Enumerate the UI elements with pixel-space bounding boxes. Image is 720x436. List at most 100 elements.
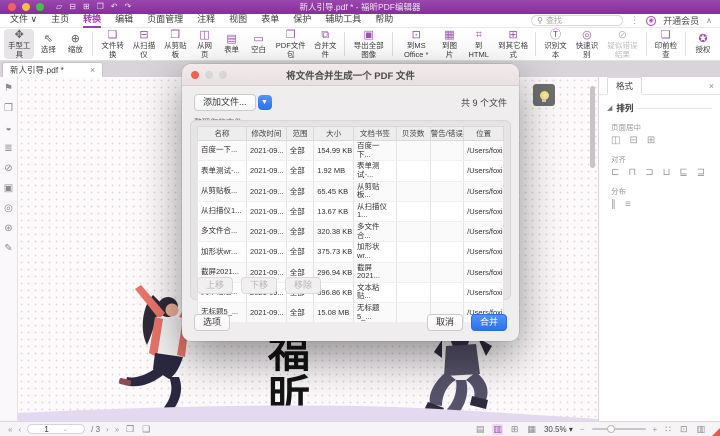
toolbar-button[interactable]: ⊟ 从扫描仪 bbox=[129, 29, 159, 59]
vertical-scrollbar[interactable] bbox=[590, 86, 595, 168]
menu-item[interactable]: 辅助工具 bbox=[325, 13, 361, 28]
quick-access-icon[interactable]: ❐ bbox=[97, 0, 104, 14]
file-table-column-header[interactable]: 文档书签 bbox=[354, 127, 397, 141]
search-input[interactable]: ⚲ 查找 bbox=[531, 15, 623, 26]
toolbar-button[interactable]: ❒ PDF文件包 bbox=[273, 29, 309, 59]
toolbar-button[interactable]: ◎ 快速识别 bbox=[572, 29, 602, 59]
align-icon[interactable]: ⊒ bbox=[697, 167, 705, 178]
toolbar-button[interactable]: Ⓣ 识别文本 bbox=[540, 29, 570, 59]
file-table-column-header[interactable]: 位置 bbox=[464, 127, 504, 141]
toolbar-button[interactable]: ❐ 从剪贴板 bbox=[160, 29, 190, 59]
toolbar-button[interactable]: ⊡ 到MS Office * bbox=[397, 29, 436, 59]
left-rail-icon[interactable]: ❐ bbox=[4, 103, 13, 114]
move-down-button[interactable]: 下移 bbox=[241, 277, 277, 294]
minimize-window-button[interactable] bbox=[22, 3, 30, 11]
file-table-row[interactable]: 百度一下... 2021-09... 全部 154.99 KB 百度一下... … bbox=[198, 141, 504, 161]
membership-button[interactable]: 开通会员 bbox=[663, 14, 699, 27]
toolbar-button[interactable]: ❏ 文件转换 bbox=[97, 29, 127, 59]
file-table-column-header[interactable]: 修改时间 bbox=[246, 127, 286, 141]
toolbar-button[interactable]: ⊞ 到其它格式 bbox=[495, 29, 531, 59]
close-panel-icon[interactable]: × bbox=[709, 81, 714, 91]
add-files-dropdown-icon[interactable]: ▼ bbox=[258, 95, 272, 110]
merge-button[interactable]: 合并 bbox=[471, 314, 507, 331]
first-page-button[interactable]: « bbox=[8, 425, 12, 434]
left-rail-icon[interactable]: ◒ bbox=[5, 123, 11, 134]
zoom-in-button[interactable]: + bbox=[653, 425, 658, 434]
file-table-row[interactable]: 从剪贴板... 2021-09... 全部 65.45 KB 从剪贴板... /… bbox=[198, 181, 504, 201]
cancel-button[interactable]: 取消 bbox=[427, 314, 463, 331]
left-rail-icon[interactable]: ≣ bbox=[4, 143, 12, 154]
align-icon[interactable]: ⊑ bbox=[679, 167, 687, 178]
file-table-column-header[interactable]: 名称 bbox=[198, 127, 247, 141]
quick-access-icon[interactable]: ⊟ bbox=[69, 0, 76, 14]
view-mode-2-icon[interactable]: ▥ bbox=[492, 424, 503, 435]
toolbar-button[interactable]: ▤ 表单 bbox=[219, 29, 245, 59]
collapse-ribbon-icon[interactable]: ∧ bbox=[706, 16, 712, 25]
section-collapse-icon[interactable]: ◢ bbox=[607, 104, 612, 112]
file-table-row[interactable]: 加形状wr... 2021-09... 全部 375.73 KB 加形状wr..… bbox=[198, 242, 504, 262]
zoom-window-button[interactable] bbox=[36, 3, 44, 11]
left-rail-icon[interactable]: ⊘ bbox=[4, 163, 12, 174]
previous-page-button[interactable]: ‹ bbox=[18, 425, 21, 434]
page-center-icon[interactable]: ⊞ bbox=[647, 135, 655, 146]
file-table-column-header[interactable]: 贝茨数 bbox=[396, 127, 430, 141]
menu-item[interactable]: 编辑 bbox=[115, 13, 133, 28]
fit-width-icon[interactable]: ⊡ bbox=[679, 424, 689, 435]
align-icon[interactable]: ⊔ bbox=[663, 167, 671, 178]
add-files-button[interactable]: 添加文件... bbox=[194, 94, 256, 111]
left-rail-icon[interactable]: ✎ bbox=[4, 243, 12, 254]
toolbar-button[interactable]: ⇖ 选择 bbox=[35, 29, 61, 59]
menu-item[interactable]: 转换 bbox=[83, 13, 101, 28]
toolbar-button[interactable]: ▦ 到图片 bbox=[436, 29, 462, 59]
window-traffic-lights[interactable] bbox=[8, 3, 44, 11]
page-center-icon[interactable]: ⊟ bbox=[629, 135, 637, 146]
distribute-icon[interactable]: ∥ bbox=[611, 199, 616, 210]
toolbar-button[interactable]: ⊘ 疑似错误结果 bbox=[603, 29, 642, 59]
zoom-slider[interactable] bbox=[592, 428, 646, 430]
menu-item[interactable]: 表单 bbox=[261, 13, 279, 28]
fit-page-icon[interactable]: ∷ bbox=[664, 424, 672, 435]
left-rail-icon[interactable]: ▣ bbox=[4, 183, 13, 194]
file-table-row[interactable]: 表单测试-... 2021-09... 全部 1.92 MB 表单测试-... … bbox=[198, 161, 504, 181]
toolbar-button[interactable]: ✪ 授权 bbox=[690, 29, 716, 59]
single-page-view-icon[interactable]: ❐ bbox=[125, 424, 135, 435]
file-table-column-header[interactable]: 大小 bbox=[314, 127, 354, 141]
toolbar-button[interactable]: ✥ 手型工具 bbox=[4, 29, 34, 59]
menu-item[interactable]: 视图 bbox=[229, 13, 247, 28]
zoom-slider-knob[interactable] bbox=[607, 425, 615, 433]
menu-item[interactable]: 保护 bbox=[293, 13, 311, 28]
format-panel-tab[interactable]: 格式 bbox=[607, 77, 642, 95]
more-options-icon[interactable]: ⋮ bbox=[630, 15, 639, 26]
file-table-column-header[interactable]: 范围 bbox=[286, 127, 314, 141]
left-rail-icon[interactable]: ⊛ bbox=[4, 223, 12, 234]
menu-item[interactable]: 注释 bbox=[197, 13, 215, 28]
menu-item[interactable]: 文件 ∨ bbox=[10, 13, 37, 28]
close-window-button[interactable] bbox=[8, 3, 16, 11]
quick-access-icon[interactable]: ⊞ bbox=[83, 0, 90, 14]
align-icon[interactable]: ⊓ bbox=[628, 167, 636, 178]
zoom-level-label[interactable]: 30.5% ▾ bbox=[544, 425, 573, 434]
file-table-row[interactable]: 多文件合... 2021-09... 全部 320.38 KB 多文件合... … bbox=[198, 222, 504, 242]
next-page-button[interactable]: › bbox=[106, 425, 109, 434]
view-mode-4-icon[interactable]: ▦ bbox=[526, 424, 537, 435]
toolbar-button[interactable]: ⧉ 合并文件 bbox=[310, 29, 340, 59]
continuous-view-icon[interactable]: ❏ bbox=[141, 424, 151, 435]
menu-item[interactable]: 页面管理 bbox=[147, 13, 183, 28]
options-button[interactable]: 选项 bbox=[194, 314, 230, 331]
remove-button[interactable]: 移除 bbox=[285, 277, 321, 294]
toolbar-button[interactable]: ▭ 空白 bbox=[246, 29, 272, 59]
move-up-button[interactable]: 上移 bbox=[197, 277, 233, 294]
file-table-row[interactable]: 从扫描仪1... 2021-09... 全部 13.67 KB 从扫描仪1...… bbox=[198, 201, 504, 221]
quick-access-icon[interactable]: ▱ bbox=[56, 0, 62, 14]
align-icon[interactable]: ⊐ bbox=[645, 167, 653, 178]
quick-access-icon[interactable]: ↷ bbox=[124, 0, 131, 14]
close-tab-icon[interactable]: × bbox=[90, 65, 95, 75]
toolbar-button[interactable]: ⊕ 缩放 bbox=[62, 29, 88, 59]
toolbar-button[interactable]: ▣ 导出全部图像 bbox=[349, 29, 388, 59]
last-page-button[interactable]: » bbox=[115, 425, 119, 434]
view-mode-3-icon[interactable]: ⊞ bbox=[510, 424, 520, 435]
view-mode-1-icon[interactable]: ▤ bbox=[475, 424, 486, 435]
toolbar-button[interactable]: ⌗ 到 HTML bbox=[463, 29, 493, 59]
left-rail-icon[interactable]: ◎ bbox=[4, 203, 13, 214]
page-number-input[interactable]: 1 ⌄ bbox=[27, 424, 85, 434]
